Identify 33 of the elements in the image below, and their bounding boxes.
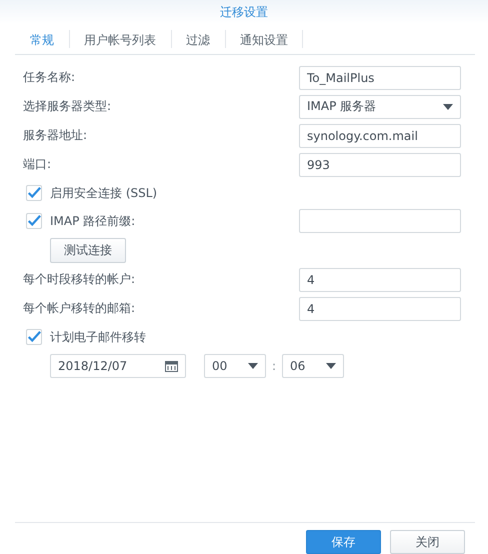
caret-icon [248, 363, 258, 369]
checkbox[interactable] [26, 213, 42, 229]
caret-icon [326, 363, 336, 369]
text-field[interactable]: 4 [299, 296, 461, 320]
close-button[interactable]: 关闭 [390, 530, 465, 554]
field-label: 选择服务器类型: [23, 98, 112, 115]
test-button[interactable]: 测试连接 [50, 238, 126, 262]
checkbox[interactable] [26, 329, 42, 345]
text-field[interactable]: 4 [299, 268, 461, 292]
date-field[interactable]: 2018/12/07 [50, 354, 186, 378]
dropdown[interactable]: IMAP 服务器 [299, 94, 461, 118]
text-field[interactable] [299, 209, 461, 233]
caret-icon [443, 104, 453, 110]
tab[interactable]: 常规 [15, 26, 69, 54]
tab[interactable]: 过滤 [171, 26, 225, 54]
text-field[interactable]: 993 [299, 152, 461, 176]
checkbox[interactable] [26, 185, 42, 201]
tab[interactable]: 用户帐号列表 [69, 26, 171, 54]
text-field[interactable]: To_MailPlus [299, 66, 461, 90]
hour-dropdown[interactable]: 00 [204, 354, 266, 378]
text-field[interactable]: synology.com.mail [299, 124, 461, 148]
calendar-icon [165, 360, 178, 372]
field-label: 端口: [23, 156, 52, 173]
field-label: 服务器地址: [23, 127, 88, 144]
minute-dropdown[interactable]: 06 [282, 354, 344, 378]
tab[interactable]: 通知设置 [225, 26, 303, 54]
field-label: 每个时段移转的帐户: [23, 271, 136, 288]
field-label: 任务名称: [23, 69, 76, 86]
checkbox-label: 计划电子邮件移转 [50, 328, 146, 346]
field-label: 每个帐户移转的邮箱: [23, 300, 136, 317]
checkbox-label: IMAP 路径前缀: [50, 212, 136, 230]
time-separator: : [270, 359, 278, 373]
checkbox-label: 启用安全连接 (SSL) [50, 184, 158, 202]
